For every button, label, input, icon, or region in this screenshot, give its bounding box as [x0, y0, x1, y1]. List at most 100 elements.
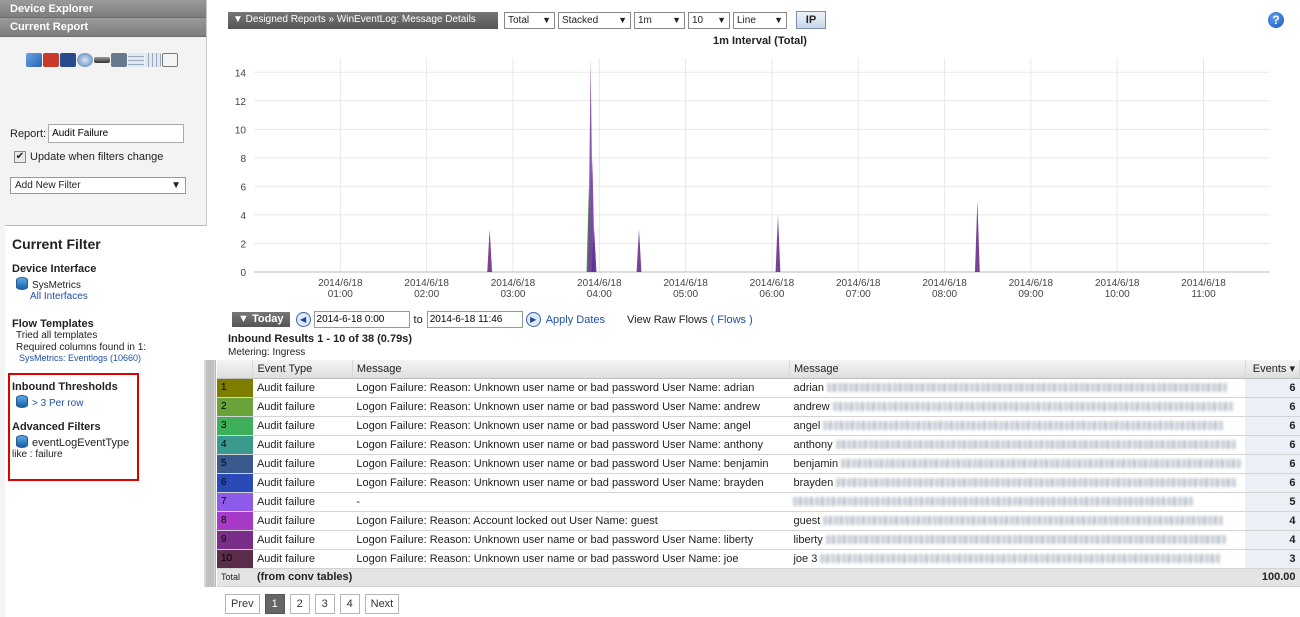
table-row[interactable]: 5 Audit failure Logon Failure: Reason: Unk…	[217, 454, 1300, 474]
events-cell: 6	[1245, 378, 1300, 398]
all-interfaces-link[interactable]: All Interfaces	[30, 291, 96, 302]
apply-dates-link[interactable]: Apply Dates	[546, 314, 605, 326]
table-row[interactable]: 3 Audit failure Logon Failure: Reason: Unk…	[217, 416, 1300, 436]
message-cell: -	[352, 492, 790, 512]
chart-type-select[interactable]: Line ▼	[733, 11, 787, 29]
document-icon[interactable]	[162, 53, 178, 67]
flow-required: Required columns found in 1:	[16, 342, 147, 353]
x-tick-label: 2014/6/18	[404, 278, 449, 289]
report-path-menu[interactable]: ▼ Designed Reports » WinEventLog: Messag…	[228, 11, 498, 29]
table-row[interactable]: 8 Audit failure Logon Failure: Reason: Acc…	[217, 511, 1300, 531]
view-raw-flows-link[interactable]: View Raw Flows	[627, 314, 708, 326]
event-type-cell: Audit failure	[252, 492, 353, 512]
y-tick-label: 8	[240, 154, 246, 165]
chevron-down-icon: ▼	[542, 15, 551, 25]
x-tick-label: 07:00	[846, 289, 871, 300]
schedule-icon[interactable]	[77, 53, 93, 67]
message2-header[interactable]: Message	[789, 360, 1246, 379]
table-resize-handle[interactable]	[204, 360, 216, 587]
pdf-icon[interactable]	[43, 53, 59, 67]
device-explorer-header[interactable]: Device Explorer	[0, 0, 206, 18]
events-cell: 6	[1245, 416, 1300, 436]
table-row[interactable]: 6 Audit failure Logon Failure: Reason: Unk…	[217, 473, 1300, 493]
x-tick-label: 2014/6/18	[750, 278, 795, 289]
x-tick-label: 04:00	[587, 289, 612, 300]
table-row[interactable]: 7 Audit failure - 5	[217, 492, 1300, 512]
x-tick-label: 2014/6/18	[1009, 278, 1054, 289]
chevron-down-icon: ▼	[672, 15, 681, 25]
view-raw-flows: View Raw Flows ( Flows )	[627, 314, 753, 326]
help-icon[interactable]: ?	[1268, 12, 1284, 28]
table-row[interactable]: 10 Audit failure Logon Failure: Reason: Un…	[217, 549, 1300, 569]
table-row[interactable]: 9 Audit failure Logon Failure: Reason: Unk…	[217, 530, 1300, 550]
table-row[interactable]: 1 Audit failure Logon Failure: Reason: Unk…	[217, 378, 1300, 398]
count-select[interactable]: 10 ▼	[688, 11, 730, 29]
highlight-box	[8, 373, 139, 481]
x-tick-label: 2014/6/18	[491, 278, 536, 289]
x-tick-label: 09:00	[1018, 289, 1043, 300]
date-to-input[interactable]	[426, 311, 523, 328]
message-detail-cell: anthony	[789, 435, 1246, 455]
flow-templates-title: Flow Templates	[12, 318, 94, 330]
flows-link[interactable]: ( Flows )	[711, 314, 753, 326]
rank-cell: 10	[217, 549, 253, 569]
chart-title: 1m Interval (Total)	[713, 35, 807, 47]
rank-header	[217, 360, 254, 379]
today-button[interactable]: ▼ Today	[232, 312, 290, 327]
event-type-cell: Audit failure	[252, 435, 353, 455]
message-detail-cell: andrew	[789, 397, 1246, 417]
flow-templates-section: Flow Templates Tried all templates Requi…	[12, 318, 146, 363]
page-1-button[interactable]: 1	[264, 594, 285, 614]
y-tick-label: 6	[240, 182, 246, 193]
redacted-text	[793, 497, 1194, 507]
previous-period-icon[interactable]: ◀	[295, 312, 311, 327]
events-cell: 6	[1245, 397, 1300, 417]
next-period-icon[interactable]: ▶	[525, 312, 541, 327]
message-header[interactable]: Message	[352, 360, 790, 379]
update-row: ✔ Update when filters change	[14, 151, 163, 163]
message-user: guest	[793, 514, 821, 527]
flow-source-link[interactable]: SysMetrics: Eventlogs (10660)	[19, 353, 146, 363]
date-from-input[interactable]	[313, 311, 410, 328]
page-3-button[interactable]: 3	[314, 594, 335, 614]
report-name-input[interactable]	[48, 124, 185, 143]
save-icon[interactable]	[60, 53, 76, 67]
page-2-button[interactable]: 2	[289, 594, 310, 614]
message-cell: Logon Failure: Reason: Unknown user name…	[352, 378, 790, 398]
event-type-header[interactable]: Event Type	[252, 360, 353, 379]
table-row[interactable]: 2 Audit failure Logon Failure: Reason: Unk…	[217, 397, 1300, 417]
add-filter-select[interactable]: Add New Filter ▼	[10, 177, 186, 194]
event-type-cell: Audit failure	[252, 530, 353, 550]
redacted-text	[823, 421, 1224, 431]
edit-icon[interactable]	[26, 53, 42, 67]
events-cell: 4	[1245, 511, 1300, 531]
table-icon[interactable]	[128, 53, 144, 67]
page-4-button[interactable]: 4	[339, 594, 360, 614]
current-filter-title: Current Filter	[12, 236, 101, 252]
ip-button[interactable]: IP	[796, 11, 826, 29]
export-icon[interactable]	[145, 53, 161, 67]
next-page-button[interactable]: Next	[364, 594, 400, 614]
event-type-cell: Audit failure	[252, 511, 353, 531]
table-row[interactable]: 4 Audit failure Logon Failure: Reason: Unk…	[217, 435, 1300, 455]
interval-select[interactable]: 1m ▼	[634, 11, 685, 29]
message-user: adrian	[793, 381, 825, 394]
current-report-header[interactable]: Current Report	[0, 18, 206, 37]
interval-select-value: 1m	[638, 14, 652, 26]
report-row: Report:	[10, 124, 185, 143]
link-icon[interactable]	[94, 57, 110, 63]
events-header[interactable]: Events ▾	[1245, 360, 1300, 379]
stacked-select[interactable]: Stacked ▼	[558, 11, 631, 29]
prev-page-button[interactable]: Prev	[225, 594, 260, 614]
x-tick-label: 11:00	[1191, 289, 1216, 300]
x-tick-label: 2014/6/18	[922, 278, 967, 289]
print-icon[interactable]	[111, 53, 127, 67]
message-detail-cell	[789, 492, 1246, 512]
message-user: andrew	[793, 400, 830, 413]
rank-cell: 1	[217, 378, 253, 398]
update-checkbox[interactable]: ✔	[14, 151, 26, 163]
total-select[interactable]: Total ▼	[504, 11, 555, 29]
rank-cell: 9	[217, 530, 253, 550]
message-detail-cell: guest	[789, 511, 1246, 531]
total-note: (from conv tables)	[252, 568, 1246, 587]
